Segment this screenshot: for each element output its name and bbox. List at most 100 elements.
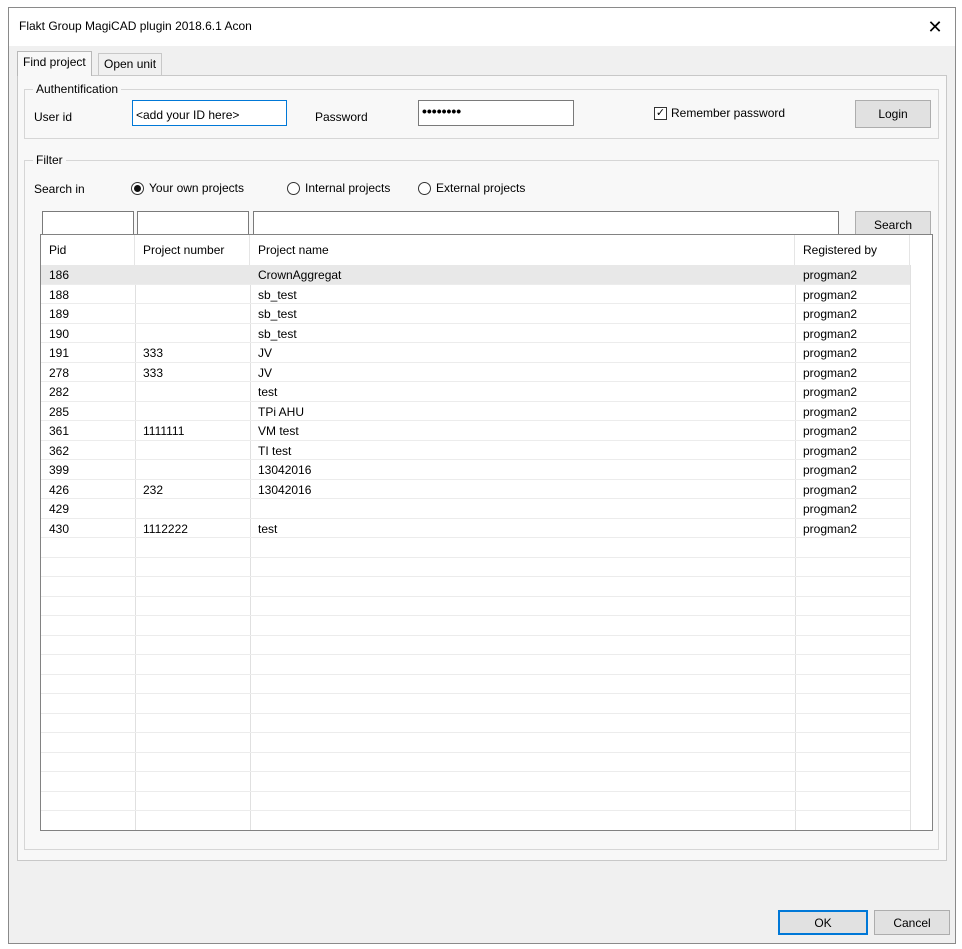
table-row-empty[interactable] [41, 636, 910, 655]
radio-internal-projects[interactable]: Internal projects [287, 181, 390, 195]
column-header-project-name[interactable]: Project name [250, 235, 795, 265]
user-id-input[interactable] [132, 100, 287, 126]
table-row-empty[interactable] [41, 675, 910, 694]
column-header-registered-by[interactable]: Registered by [795, 235, 910, 265]
cell-pid: 361 [49, 424, 70, 438]
table-row-empty[interactable] [41, 616, 910, 636]
table-row[interactable]: 186 CrownAggregat progman2 [41, 265, 910, 285]
password-input[interactable]: •••••••• [418, 100, 574, 126]
table-row-empty[interactable] [41, 811, 910, 830]
cell-by: progman2 [803, 268, 858, 282]
table-row-empty[interactable] [41, 733, 910, 753]
authentification-group: Authentification User id Password ••••••… [24, 82, 939, 139]
column-header-project-number[interactable]: Project number [135, 235, 250, 265]
cell-name: CrownAggregat [258, 268, 342, 282]
close-button[interactable]: ✕ [915, 8, 955, 46]
cell-by: progman2 [803, 404, 858, 419]
login-button[interactable]: Login [855, 100, 931, 128]
table-row-empty[interactable] [41, 694, 910, 714]
table-row[interactable]: 278 333 JV progman2 [41, 363, 910, 382]
cell-pid: 186 [49, 268, 70, 282]
cell-pid: 430 [49, 521, 70, 536]
table-row-empty[interactable] [41, 597, 910, 616]
cell-by: progman2 [803, 424, 858, 438]
cell-pid: 188 [49, 287, 70, 302]
cell-name: 13042016 [258, 482, 312, 497]
cancel-button[interactable]: Cancel [874, 910, 950, 935]
table-row[interactable]: 190 sb_test progman2 [41, 324, 910, 343]
radio-your-own-projects-label: Your own projects [149, 181, 244, 195]
radio-selected-icon [131, 181, 144, 195]
radio-your-own-projects[interactable]: Your own projects [131, 181, 244, 195]
tab-find-project[interactable]: Find project [17, 51, 92, 76]
radio-external-projects[interactable]: External projects [418, 181, 525, 195]
table-row[interactable]: 282 test progman2 [41, 382, 910, 402]
authentification-group-title: Authentification [33, 82, 122, 96]
cell-number: 1112222 [143, 521, 188, 536]
cell-pid: 282 [49, 385, 70, 399]
cell-by: progman2 [803, 346, 858, 360]
table-row[interactable]: 362 TI test progman2 [41, 441, 910, 460]
table-row[interactable]: 361 1111111 VM test progman2 [41, 421, 910, 441]
table-row-empty[interactable] [41, 577, 910, 597]
table-row[interactable]: 426 232 13042016 progman2 [41, 480, 910, 499]
window-title: Flakt Group MagiCAD plugin 2018.6.1 Acon [19, 19, 252, 33]
cell-number: 333 [143, 365, 164, 380]
table-row-empty[interactable] [41, 655, 910, 675]
cell-pid: 278 [49, 365, 70, 380]
column-header-pid[interactable]: Pid [41, 235, 135, 265]
cell-pid: 429 [49, 502, 70, 516]
table-row[interactable]: 285 TPi AHU progman2 [41, 402, 910, 421]
cell-pid: 189 [49, 307, 70, 321]
radio-unselected-icon [418, 181, 431, 195]
table-row-empty[interactable] [41, 558, 910, 577]
cell-name: sb_test [258, 287, 297, 302]
table-row-empty[interactable] [41, 792, 910, 811]
table-row[interactable]: 430 1112222 test progman2 [41, 519, 910, 538]
search-in-label: Search in [34, 182, 85, 196]
cell-name: VM test [258, 424, 299, 438]
table-row[interactable]: 399 13042016 progman2 [41, 460, 910, 480]
table-header: Pid Project number Project name Register… [41, 235, 932, 265]
cell-by: progman2 [803, 443, 858, 458]
tab-open-unit[interactable]: Open unit [98, 53, 163, 75]
cell-name: sb_test [258, 307, 297, 321]
cell-by: progman2 [803, 463, 858, 477]
table-row-empty[interactable] [41, 753, 910, 772]
radio-internal-projects-label: Internal projects [305, 181, 391, 195]
cell-name: TPi AHU [258, 404, 305, 419]
table-row-empty[interactable] [41, 714, 910, 733]
filter-group-title: Filter [33, 153, 66, 167]
table-row[interactable]: 429 progman2 [41, 499, 910, 519]
cell-name: test [258, 385, 278, 399]
ok-button[interactable]: OK [778, 910, 868, 935]
table-row-empty[interactable] [41, 772, 910, 792]
cell-name: 13042016 [258, 463, 312, 477]
table-row[interactable]: 189 sb_test progman2 [41, 304, 910, 324]
cell-name: JV [258, 346, 273, 360]
table-row[interactable]: 188 sb_test progman2 [41, 285, 910, 304]
cell-by: progman2 [803, 287, 858, 302]
check-icon: ✓ [654, 106, 667, 120]
remember-password-checkbox[interactable]: ✓ Remember password [654, 106, 785, 120]
projects-table[interactable]: Pid Project number Project name Register… [40, 234, 933, 831]
radio-external-projects-label: External projects [436, 181, 526, 195]
cell-name: test [258, 521, 278, 536]
cell-number: 333 [143, 346, 164, 360]
cell-by: progman2 [803, 365, 858, 380]
cell-pid: 426 [49, 482, 70, 497]
cell-by: progman2 [803, 326, 858, 341]
close-icon: ✕ [927, 16, 943, 37]
cell-by: progman2 [803, 307, 858, 321]
cell-by: progman2 [803, 521, 858, 536]
table-row[interactable]: 191 333 JV progman2 [41, 343, 910, 363]
cell-pid: 399 [49, 463, 70, 477]
cell-number: 232 [143, 482, 164, 497]
cell-pid: 191 [49, 346, 70, 360]
table-filler-column [910, 235, 932, 830]
cell-pid: 362 [49, 443, 70, 458]
password-label: Password [315, 110, 368, 124]
cell-by: progman2 [803, 385, 858, 399]
table-row-empty[interactable] [41, 538, 910, 558]
radio-unselected-icon [287, 181, 300, 195]
